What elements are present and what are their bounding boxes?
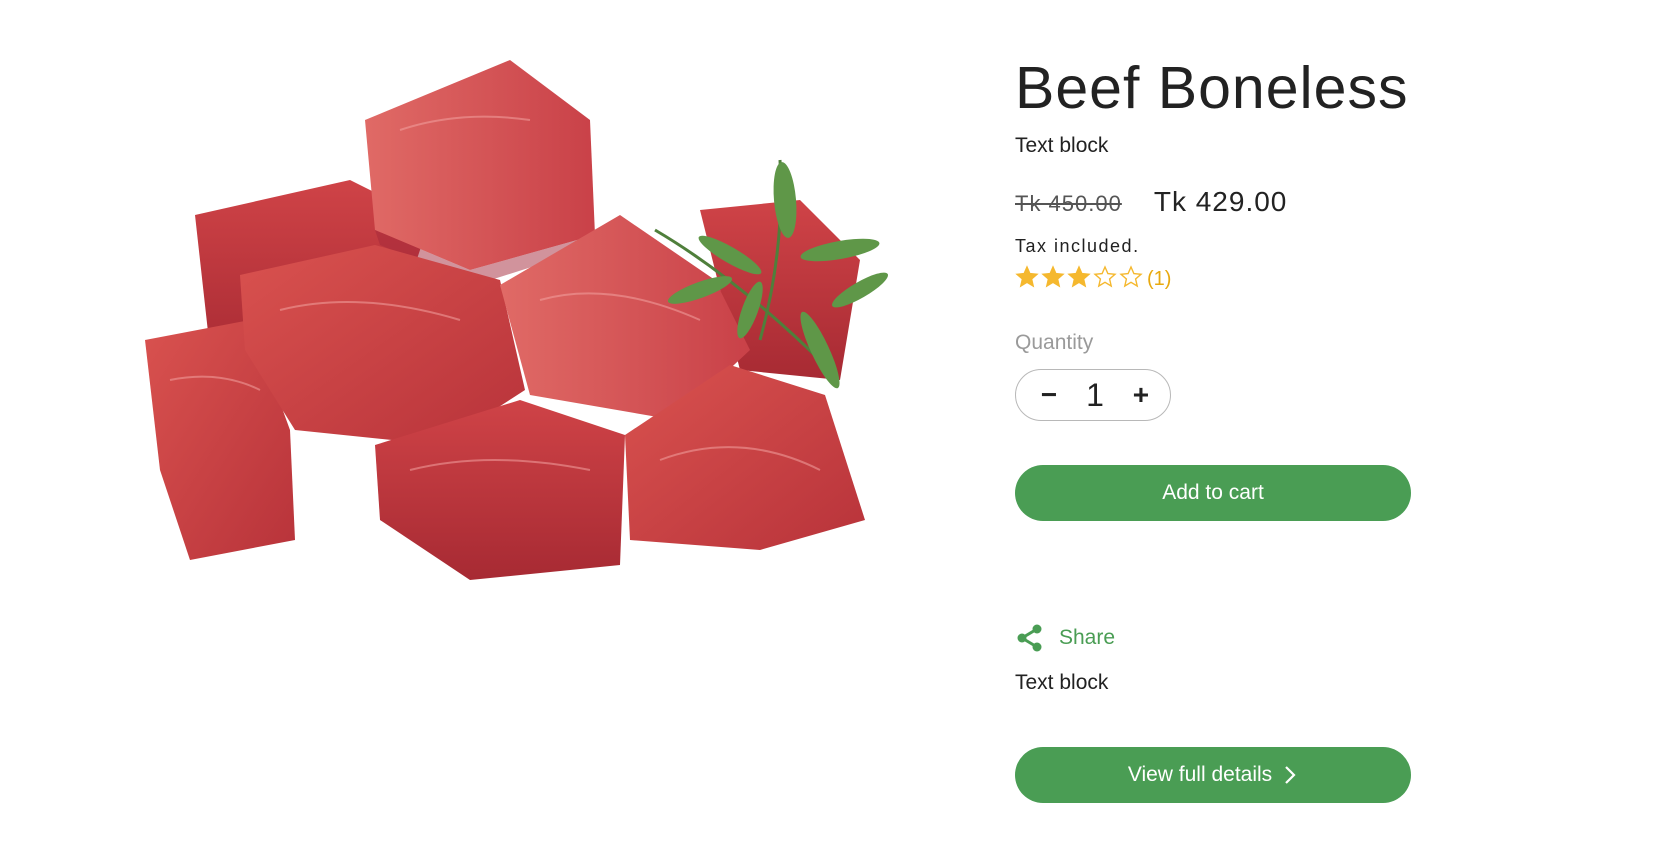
regular-price: Tk 450.00 xyxy=(1015,191,1122,216)
quantity-increase-button[interactable]: + xyxy=(1128,381,1154,409)
star-rating[interactable]: (1) xyxy=(1015,264,1435,294)
product-page: Beef Boneless Text block Tk 450.00 Tk 42… xyxy=(0,0,1675,860)
star-filled-icon xyxy=(1067,264,1091,287)
quantity-input[interactable]: 1 xyxy=(1086,377,1104,414)
quantity-stepper: − 1 + xyxy=(1015,369,1171,421)
star-filled-icon xyxy=(1041,264,1065,287)
product-info: Beef Boneless Text block Tk 450.00 Tk 42… xyxy=(1015,50,1435,803)
quantity-label: Quantity xyxy=(1015,331,1094,354)
share-label: Share xyxy=(1059,626,1116,649)
add-to-cart-button[interactable]: Add to cart xyxy=(1015,465,1411,521)
product-title: Beef Boneless xyxy=(1015,55,1409,121)
rating-stars xyxy=(1015,264,1145,294)
quantity-decrease-button[interactable]: − xyxy=(1036,381,1062,409)
price-row: Tk 450.00 Tk 429.00 xyxy=(1015,186,1435,218)
product-image[interactable] xyxy=(140,50,900,610)
view-full-details-label: View full details xyxy=(1127,763,1273,786)
star-empty-icon xyxy=(1093,264,1117,287)
add-to-cart-label: Add to cart xyxy=(1162,481,1264,504)
star-empty-icon xyxy=(1119,264,1143,287)
share-button[interactable]: Share xyxy=(1015,623,1435,653)
sale-price: Tk 429.00 xyxy=(1153,186,1288,217)
product-text-block: Text block xyxy=(1015,134,1109,157)
rating-count[interactable]: (1) xyxy=(1147,268,1171,291)
beef-cubes-illustration xyxy=(145,60,888,580)
chevron-right-icon xyxy=(1282,764,1298,786)
view-full-details-button[interactable]: View full details xyxy=(1015,747,1411,803)
secondary-text-block: Text block xyxy=(1015,671,1109,694)
tax-note: Tax included. xyxy=(1015,236,1140,256)
share-icon xyxy=(1015,623,1045,653)
star-filled-icon xyxy=(1015,264,1039,287)
